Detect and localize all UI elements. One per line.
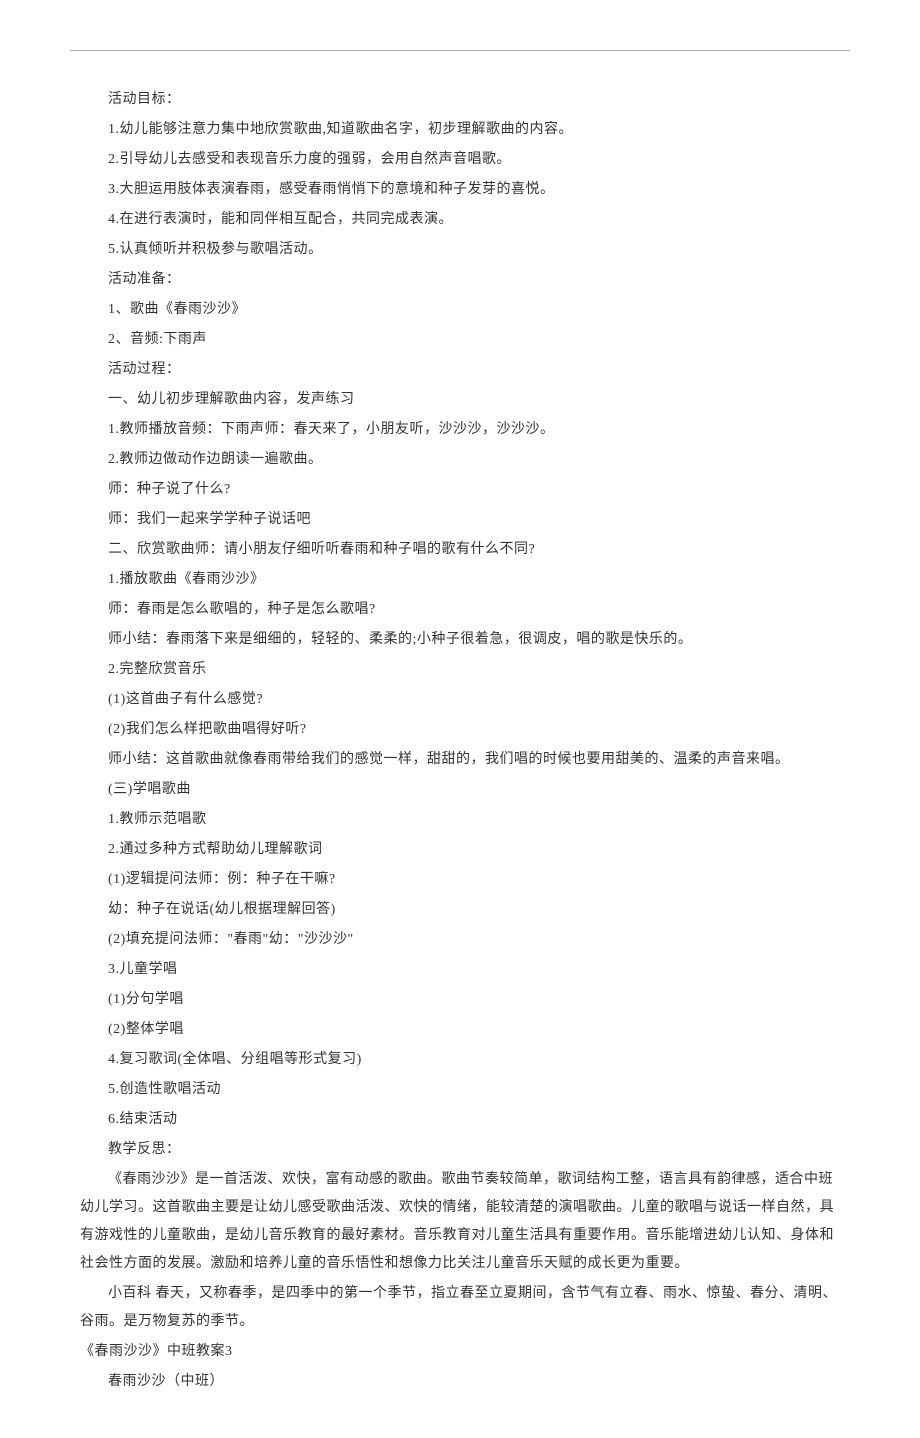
text-line: (2)我们怎么样把歌曲唱得好听? — [80, 716, 840, 744]
text-line: 活动准备： — [80, 266, 840, 294]
text-line: 师：春雨是怎么歌唱的，种子是怎么歌唱? — [80, 596, 840, 624]
text-line: 1.教师示范唱歌 — [80, 806, 840, 834]
text-line: 教学反思： — [80, 1136, 840, 1164]
text-line: 一、幼儿初步理解歌曲内容，发声练习 — [80, 386, 840, 414]
text-line: (1)这首曲子有什么感觉? — [80, 686, 840, 714]
text-line: 5.创造性歌唱活动 — [80, 1076, 840, 1104]
text-line: 4.复习歌词(全体唱、分组唱等形式复习) — [80, 1046, 840, 1074]
text-line: 师小结：春雨落下来是细细的，轻轻的、柔柔的;小种子很着急，很调皮，唱的歌是快乐的… — [80, 626, 840, 654]
text-line: (1)逻辑提问法师：例：种子在干嘛? — [80, 866, 840, 894]
text-line: 小百科 春天，又称春季，是四季中的第一个季节，指立春至立夏期间，含节气有立春、雨… — [80, 1280, 840, 1336]
text-line: 2.教师边做动作边朗读一遍歌曲。 — [80, 446, 840, 474]
text-line: (1)分句学唱 — [80, 986, 840, 1014]
text-line: 1、歌曲《春雨沙沙》 — [80, 296, 840, 324]
text-line: 2.完整欣赏音乐 — [80, 656, 840, 684]
text-line: 师：种子说了什么? — [80, 476, 840, 504]
text-line: 2.引导幼儿去感受和表现音乐力度的强弱，会用自然声音唱歌。 — [80, 146, 840, 174]
text-line: 《春雨沙沙》是一首活泼、欢快，富有动感的歌曲。歌曲节奏较简单，歌词结构工整，语言… — [80, 1166, 840, 1278]
text-line: (三)学唱歌曲 — [80, 776, 840, 804]
text-line: 幼：种子在说话(幼儿根据理解回答) — [80, 896, 840, 924]
text-line: 二、欣赏歌曲师：请小朋友仔细听听春雨和种子唱的歌有什么不同? — [80, 536, 840, 564]
text-line: 师：我们一起来学学种子说话吧 — [80, 506, 840, 534]
text-line: 3.儿童学唱 — [80, 956, 840, 984]
text-line: 1.幼儿能够注意力集中地欣赏歌曲,知道歌曲名字，初步理解歌曲的内容。 — [80, 116, 840, 144]
text-line: 活动目标： — [80, 86, 840, 114]
document-content: 活动目标：1.幼儿能够注意力集中地欣赏歌曲,知道歌曲名字，初步理解歌曲的内容。2… — [70, 86, 850, 1396]
text-line: 5.认真倾听并积极参与歌唱活动。 — [80, 236, 840, 264]
text-line: 6.结束活动 — [80, 1106, 840, 1134]
text-line: 师小结：这首歌曲就像春雨带给我们的感觉一样，甜甜的，我们唱的时候也要用甜美的、温… — [80, 746, 840, 774]
text-line: 4.在进行表演时，能和同伴相互配合，共同完成表演。 — [80, 206, 840, 234]
text-line: 《春雨沙沙》中班教案3 — [80, 1338, 840, 1366]
text-lines-container: 活动目标：1.幼儿能够注意力集中地欣赏歌曲,知道歌曲名字，初步理解歌曲的内容。2… — [80, 86, 840, 1396]
text-line: 春雨沙沙（中班） — [80, 1368, 840, 1396]
text-line: 1.教师播放音频：下雨声师：春天来了，小朋友听，沙沙沙，沙沙沙。 — [80, 416, 840, 444]
text-line: 3.大胆运用肢体表演春雨，感受春雨悄悄下的意境和种子发芽的喜悦。 — [80, 176, 840, 204]
text-line: 活动过程： — [80, 356, 840, 384]
horizontal-divider — [70, 50, 850, 51]
text-line: 1.播放歌曲《春雨沙沙》 — [80, 566, 840, 594]
text-line: (2)整体学唱 — [80, 1016, 840, 1044]
text-line: 2、音频:下雨声 — [80, 326, 840, 354]
text-line: (2)填充提问法师："春雨"幼："沙沙沙" — [80, 926, 840, 954]
text-line: 2.通过多种方式帮助幼儿理解歌词 — [80, 836, 840, 864]
